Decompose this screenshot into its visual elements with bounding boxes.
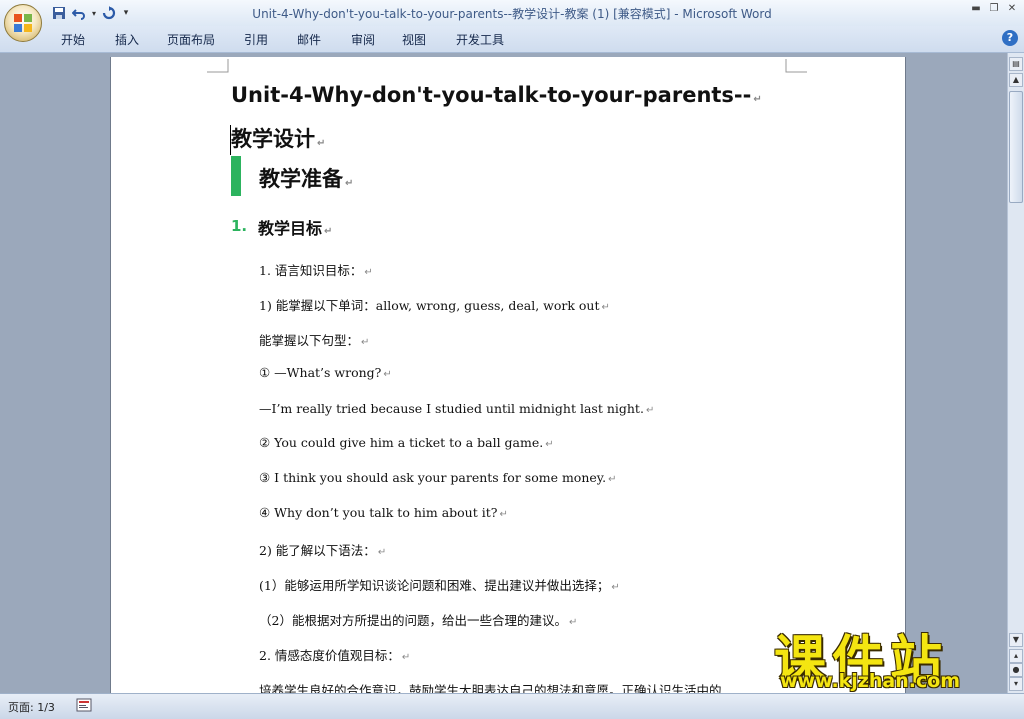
tab-developer[interactable]: 开发工具 <box>456 31 504 48</box>
help-icon[interactable]: ? <box>1002 30 1018 46</box>
page-indicator[interactable]: 页面: 1/3 <box>8 699 55 715</box>
title-separator: - <box>670 7 683 21</box>
previous-page-icon[interactable]: ▴ <box>1009 649 1023 663</box>
heading-1: 教学准备 ↵ <box>259 167 354 191</box>
window-title: Unit-4-Why-don't-you-talk-to-your-parent… <box>0 5 1024 22</box>
office-logo-icon <box>14 14 32 32</box>
paragraph: ② You could give him a ticket to a ball … <box>259 435 554 450</box>
paragraph: 1) 能掌握以下单词：allow, wrong, guess, deal, wo… <box>259 298 610 313</box>
paragraph: 2. 情感态度价值观目标： ↵ <box>259 648 411 663</box>
ruler-toggle-icon[interactable]: ▤ <box>1009 57 1023 71</box>
tab-page-layout[interactable]: 页面布局 <box>167 31 215 48</box>
paragraph: ④ Why don’t you talk to him about it? ↵ <box>259 505 508 520</box>
tab-view[interactable]: 视图 <box>402 31 426 48</box>
window-controls: ▬ ❐ ✕ <box>968 2 1020 16</box>
paragraph: ① —What’s wrong? ↵ <box>259 365 392 380</box>
proofing-icon[interactable] <box>76 698 92 712</box>
minimize-icon[interactable]: ▬ <box>968 2 984 16</box>
tab-home[interactable]: 开始 <box>61 31 85 48</box>
paragraph: 1. 语言知识目标： ↵ <box>259 263 373 278</box>
document-title-line1: Unit-4-Why-don't-you-talk-to-your-parent… <box>231 83 762 107</box>
heading-2-number: 1. <box>231 217 248 235</box>
paragraph: ③ I think you should ask your parents fo… <box>259 470 617 485</box>
document-workspace: Unit-4-Why-don't-you-talk-to-your-parent… <box>0 53 1008 698</box>
watermark-logo: 课件站 www.kjzhan.com <box>774 618 1006 694</box>
margin-corner-left <box>207 59 229 73</box>
app-name: Microsoft Word <box>682 7 772 21</box>
document-title-line2: 教学设计 ↵ <box>231 127 326 151</box>
scroll-thumb[interactable] <box>1009 91 1023 203</box>
scroll-down-icon[interactable]: ▼ <box>1009 633 1023 647</box>
scroll-up-icon[interactable]: ▲ <box>1009 73 1023 87</box>
heading-accent-bar <box>231 156 241 196</box>
paragraph: (1）能够运用所学知识谈论问题和困难、提出建议并做出选择； ↵ <box>259 578 620 593</box>
status-bar: 页面: 1/3 <box>0 693 1024 719</box>
vertical-scrollbar[interactable]: ▤ ▲ ▼ ▴ ● ▾ <box>1007 53 1024 693</box>
tab-references[interactable]: 引用 <box>244 31 268 48</box>
paragraph: —I’m really tried because I studied unti… <box>259 401 655 416</box>
paragraph: 2) 能了解以下语法： ↵ <box>259 543 387 558</box>
ribbon-tabs: 开始 插入 页面布局 引用 邮件 审阅 视图 开发工具 ? <box>0 26 1024 53</box>
title-bar: ▾ ▾ Unit-4-Why-don't-you-talk-to-your-pa… <box>0 0 1024 42</box>
tab-mailings[interactable]: 邮件 <box>297 31 321 48</box>
document-page[interactable]: Unit-4-Why-don't-you-talk-to-your-parent… <box>110 57 906 698</box>
paragraph: 能掌握以下句型： ↵ <box>259 333 370 348</box>
tab-review[interactable]: 审阅 <box>351 31 375 48</box>
margin-corner-right <box>785 59 807 73</box>
tab-insert[interactable]: 插入 <box>115 31 139 48</box>
paragraph: （2）能根据对方所提出的问题，给出一些合理的建议。 ↵ <box>259 613 578 628</box>
restore-icon[interactable]: ❐ <box>986 2 1002 16</box>
document-name: Unit-4-Why-don't-you-talk-to-your-parent… <box>252 7 671 21</box>
office-button[interactable] <box>4 4 42 42</box>
heading-2: 教学目标 ↵ <box>258 219 333 238</box>
next-page-icon[interactable]: ▾ <box>1009 677 1023 691</box>
close-icon[interactable]: ✕ <box>1004 2 1020 16</box>
watermark-url: www.kjzhan.com <box>780 670 961 692</box>
browse-object-icon[interactable]: ● <box>1009 663 1023 677</box>
